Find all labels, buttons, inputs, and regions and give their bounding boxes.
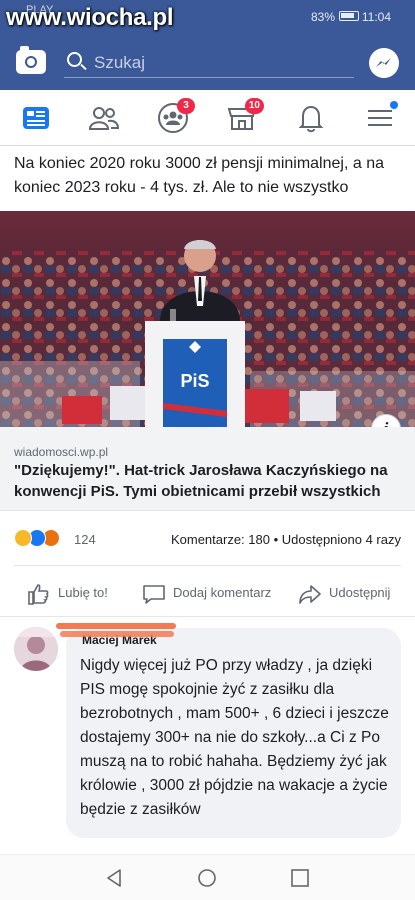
share-label: Udostępnij — [329, 585, 391, 600]
thumbs-up-icon — [28, 584, 49, 605]
tab-friends[interactable] — [86, 100, 122, 136]
back-icon[interactable] — [104, 868, 124, 888]
link-domain: wiadomosci.wp.pl — [14, 445, 109, 459]
news-feed-icon — [23, 107, 49, 129]
home-icon[interactable] — [197, 868, 217, 888]
convention-photo: PiS — [0, 211, 415, 427]
top-app-bar: Szukaj — [0, 34, 415, 90]
recents-icon[interactable] — [290, 868, 310, 888]
tab-groups[interactable]: 3 — [155, 98, 195, 136]
system-navigation-bar — [0, 854, 415, 900]
friends-icon — [88, 107, 120, 130]
clock: 11:04 — [361, 10, 391, 24]
tab-notifications[interactable] — [293, 100, 329, 136]
link-preview[interactable]: wiadomosci.wp.pl "Dziękujemy!". Hat-tric… — [0, 427, 415, 511]
haha-reaction-icon — [14, 529, 32, 547]
link-title: "Dziękujemy!". Hat-trick Jarosława Kaczy… — [14, 462, 388, 500]
post-actions: Lubię to! Dodaj komentarz Udostępnij — [0, 574, 415, 612]
podium-label: PiS — [180, 371, 209, 391]
marketplace-badge: 10 — [244, 98, 264, 114]
watermark: www.wiocha.pl — [6, 4, 174, 31]
search-icon — [67, 52, 82, 67]
divider — [0, 616, 415, 617]
share-arrow-icon — [299, 585, 321, 604]
groups-badge: 3 — [177, 98, 195, 114]
post-stats[interactable]: Komentarze: 180 • Udostępniono 4 razy — [171, 532, 401, 547]
search-input[interactable]: Szukaj — [64, 48, 354, 78]
tab-menu[interactable] — [362, 100, 398, 136]
menu-indicator-dot — [390, 101, 398, 109]
battery-percent: 83% — [310, 10, 335, 24]
comment-button[interactable]: Dodaj komentarz — [142, 582, 282, 606]
avatar-photo — [14, 627, 58, 671]
comment-bubble: Maciej Marek Nigdy więcej już PO przy wł… — [56, 623, 401, 838]
battery-icon — [339, 11, 359, 21]
share-button[interactable]: Udostępnij — [298, 582, 408, 606]
status-bar: PLAY www.wiocha.pl 83% 11:04 — [0, 0, 415, 34]
tab-marketplace[interactable]: 10 — [224, 98, 264, 136]
camera-icon[interactable] — [16, 46, 46, 74]
like-button[interactable]: Lubię to! — [26, 582, 136, 606]
like-label: Lubię to! — [58, 585, 108, 600]
post-text: Na koniec 2020 roku 3000 zł pensji minim… — [14, 155, 384, 196]
search-placeholder: Szukaj — [94, 53, 146, 72]
comment-label: Dodaj komentarz — [173, 585, 272, 600]
divider — [14, 565, 401, 566]
comment-bubble-icon — [143, 585, 165, 604]
link-preview-image[interactable]: PiS — [0, 211, 415, 427]
bell-icon — [298, 105, 324, 133]
navigation-tabs: 3 10 — [0, 90, 415, 146]
comment-text: Nigdy więcej już PO przy władzy , ja dzi… — [80, 657, 389, 818]
messenger-icon[interactable] — [369, 48, 399, 78]
reaction-count: 124 — [74, 532, 96, 547]
redaction-scribble — [56, 623, 176, 637]
tab-news-feed[interactable] — [18, 100, 54, 136]
commenter-avatar[interactable] — [14, 627, 58, 671]
